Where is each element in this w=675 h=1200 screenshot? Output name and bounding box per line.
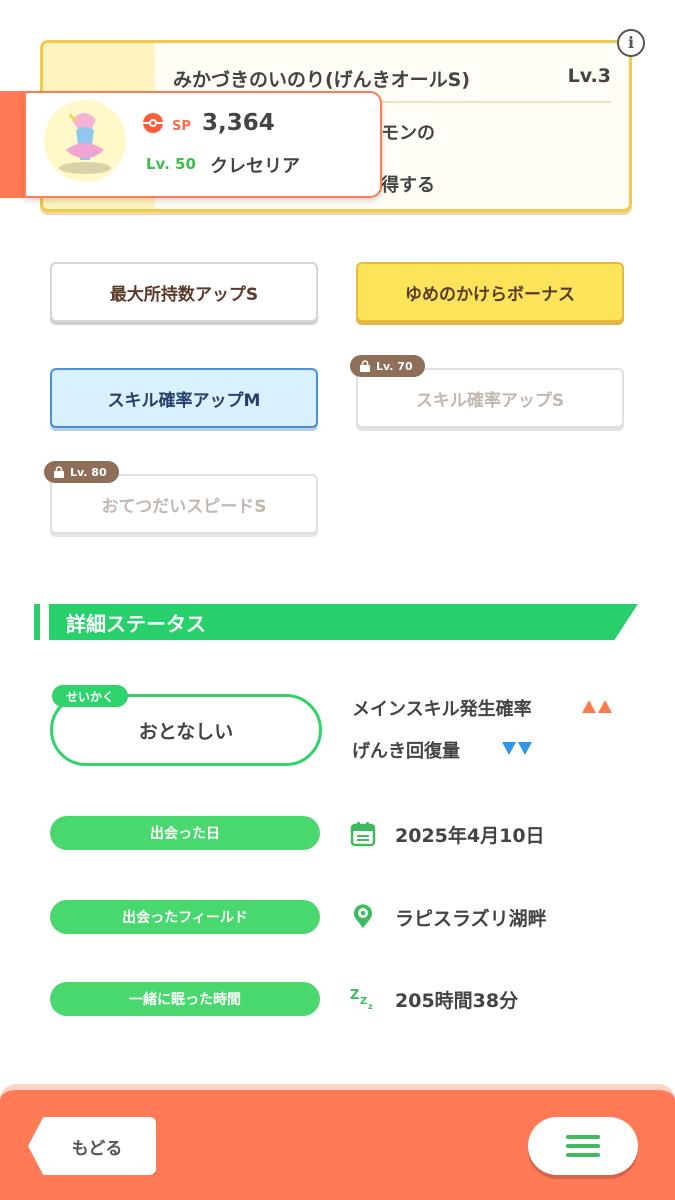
sub-skill-label: スキル確率アップS (415, 390, 565, 411)
pokemon-portrait (44, 100, 126, 182)
down-arrow-icon (518, 742, 532, 755)
sub-skill-label: ゆめのかけらボーナス (405, 284, 575, 305)
sp-label: SP (172, 119, 191, 134)
svg-text:Z: Z (360, 996, 367, 1007)
info-icon[interactable]: i (617, 29, 645, 57)
back-button[interactable]: もどる (28, 1117, 156, 1175)
pokeball-icon (143, 113, 163, 133)
sub-skill-button-5[interactable]: おてつだいスピードS (50, 474, 318, 534)
met-field-value: ラピスラズリ湖畔 (395, 908, 547, 930)
main-skill-title: みかづきのいのり(げんきオールS) (173, 69, 471, 91)
location-pin-icon (354, 904, 372, 928)
lock-level-text: Lv. 70 (376, 359, 413, 373)
sub-skill-label: おてつだいスピードS (101, 496, 267, 517)
met-date-value: 2025年4月10日 (395, 825, 545, 847)
sp-value: 3,364 (202, 110, 275, 136)
lock-level-text: Lv. 80 (70, 465, 107, 479)
nature-up-label: メインスキル発生確率 (352, 699, 532, 720)
sub-skill-button-1[interactable]: 最大所持数アップS (50, 262, 318, 322)
menu-button[interactable] (528, 1117, 638, 1175)
calendar-icon (350, 822, 376, 847)
nature-down-label: げんき回復量 (352, 741, 460, 762)
hamburger-menu-icon (566, 1135, 600, 1157)
back-button-label: もどる (71, 1138, 123, 1159)
svg-text:Z: Z (350, 988, 359, 1003)
section-header-mark (34, 604, 40, 640)
sub-skill-button-2[interactable]: ゆめのかけらボーナス (356, 262, 624, 322)
nature-value: おとなしい (138, 720, 234, 743)
slept-time-value: 205時間38分 (395, 990, 519, 1012)
lock-icon (360, 360, 370, 372)
sub-skill-button-4[interactable]: スキル確率アップS (356, 368, 624, 428)
lock-icon (54, 466, 64, 478)
sub-skill-label: スキル確率アップM (107, 390, 261, 411)
up-arrow-icon (598, 700, 612, 713)
pokemon-name: クレセリア (210, 156, 300, 177)
svg-text:z: z (368, 1002, 373, 1011)
met-field-label: 出会ったフィールド (50, 900, 320, 934)
met-date-label: 出会った日 (50, 816, 320, 850)
main-skill-level: Lv.3 (567, 65, 611, 87)
down-arrow-icon (502, 742, 516, 755)
pokemon-level: Lv. 50 (146, 155, 196, 173)
up-arrow-icon (582, 700, 596, 713)
slept-time-label: 一緒に眠った時間 (50, 982, 320, 1016)
sub-skill-label: 最大所持数アップS (109, 284, 259, 305)
section-title: 詳細ステータス (66, 612, 206, 636)
sleep-zzz-icon: Z Z z (350, 988, 373, 1011)
lock-level-badge: Lv. 80 (44, 461, 119, 483)
nature-tag: せいかく (52, 685, 129, 707)
sub-skill-button-3[interactable]: スキル確率アップM (50, 368, 318, 428)
lock-level-badge: Lv. 70 (350, 355, 425, 377)
